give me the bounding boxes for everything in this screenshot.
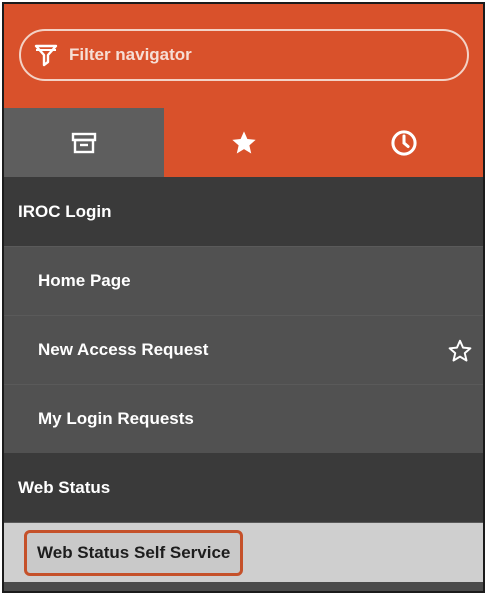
clock-icon: [390, 129, 417, 156]
navigator-menu: IROC Login Home Page New Access Request …: [4, 177, 483, 582]
application-navigator: IROC Login Home Page New Access Request …: [2, 2, 485, 593]
star-icon: [232, 130, 256, 153]
nav-item-new-access-request[interactable]: New Access Request: [4, 315, 483, 384]
navigator-tabs: [4, 108, 483, 177]
tab-all-applications[interactable]: [4, 108, 164, 177]
filter-bar: [4, 4, 483, 108]
archive-icon: [71, 132, 97, 153]
section-label: Web Status: [18, 477, 111, 497]
nav-item-label: My Login Requests: [38, 409, 194, 428]
highlighted-nav-label: Web Status Self Service: [24, 529, 244, 576]
tab-favorites[interactable]: [164, 108, 324, 177]
star-outline-icon[interactable]: [447, 338, 473, 364]
nav-item-label: Home Page: [38, 271, 131, 290]
nav-item-home-page[interactable]: Home Page: [4, 246, 483, 315]
nav-item-web-status-self-service[interactable]: Web Status Self Service: [4, 522, 483, 582]
nav-item-my-login-requests[interactable]: My Login Requests: [4, 384, 483, 453]
filter-field[interactable]: [19, 29, 469, 81]
nav-item-label: New Access Request: [38, 340, 209, 359]
section-web-status[interactable]: Web Status: [4, 453, 483, 522]
filter-icon: [34, 44, 58, 67]
filter-input[interactable]: [67, 44, 431, 66]
tab-history[interactable]: [324, 108, 483, 177]
section-label: IROC Login: [18, 201, 112, 221]
section-iroc-login[interactable]: IROC Login: [4, 177, 483, 246]
